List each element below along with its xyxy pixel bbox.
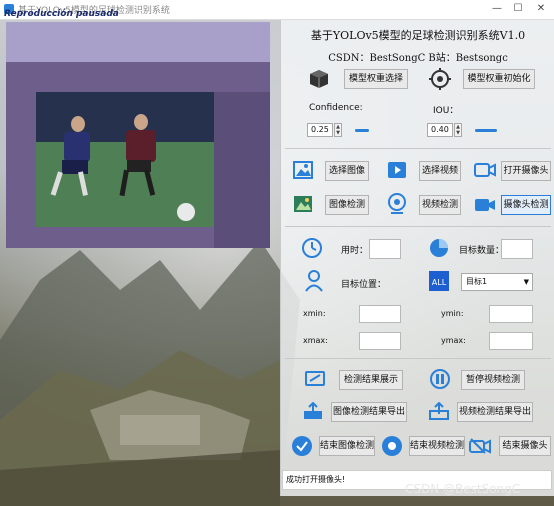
display-icon [305, 370, 325, 388]
iou-spin-arrows[interactable]: ▲ ▼ [454, 123, 462, 137]
target-count-field [501, 239, 533, 259]
svg-text:ALL: ALL [432, 278, 447, 287]
stop-camera-button[interactable]: 结束摄像头 [499, 436, 551, 456]
close-button[interactable]: ✕ [534, 3, 548, 15]
camera-frame-image [6, 22, 270, 248]
camera-off-icon [469, 437, 491, 455]
all-targets-icon: ALL [429, 271, 449, 291]
ymax-label: ymax: [441, 336, 466, 345]
select-image-button[interactable]: 选择图像 [325, 161, 369, 181]
iou-slider[interactable] [475, 129, 497, 132]
cube-icon [308, 68, 330, 90]
upload-icon [429, 402, 449, 420]
target-count-label: 目标数量： [459, 246, 505, 256]
chevron-down-icon: ▼ [523, 278, 529, 286]
target-position-label: 目标位置： [341, 280, 387, 290]
pause-video-button[interactable]: 暂停视频检测 [461, 370, 525, 390]
divider [285, 358, 551, 359]
pause-icon [429, 368, 451, 390]
crosshair-icon [429, 68, 451, 90]
stop-image-detect-button[interactable]: 结束图像检测 [319, 436, 375, 456]
time-label: 用时： [341, 246, 369, 256]
iou-spinbox[interactable]: 0.40 [427, 123, 453, 137]
check-circle-icon [291, 435, 313, 457]
camera-detect-button[interactable]: 摄像头检测 [501, 195, 551, 215]
ymax-field [489, 332, 533, 350]
show-result-button[interactable]: 检测结果展示 [339, 370, 403, 390]
video-display [6, 22, 270, 248]
select-video-button[interactable]: 选择视频 [419, 161, 461, 181]
camera-outline-icon [474, 162, 496, 178]
divider [285, 148, 551, 149]
system-title: 基于YOLOv5模型的足球检测识别系统V1.0 [310, 29, 526, 42]
ymin-field [489, 305, 533, 323]
confidence-spinbox[interactable]: 0.25 [307, 123, 333, 137]
minimize-button[interactable]: — [490, 3, 504, 15]
export-image-result-button[interactable]: 图像检测结果导出 [331, 402, 407, 422]
confidence-spin-arrows[interactable]: ▲ ▼ [334, 123, 342, 137]
select-weights-button[interactable]: 模型权重选择 [344, 69, 408, 89]
confidence-label: Confidence: [309, 103, 363, 113]
divider [285, 226, 551, 227]
xmin-label: xmin: [303, 309, 326, 318]
video-file-icon [387, 161, 407, 179]
maximize-button[interactable]: ☐ [511, 3, 525, 15]
iou-label: IOU： [433, 106, 459, 116]
watermark: CSDN @BestSongC [405, 482, 521, 496]
control-panel: 基于YOLOv5模型的足球检测识别系统V1.0 CSDN：BestSongC B… [280, 20, 554, 496]
open-camera-button[interactable]: 打开摄像头 [501, 161, 551, 181]
export-video-result-button[interactable]: 视频检测结果导出 [457, 402, 533, 422]
xmin-field [359, 305, 401, 323]
author-info: CSDN：BestSongC B站：Bestsongc [328, 53, 508, 64]
time-value-field [369, 239, 401, 259]
video-detect-button[interactable]: 视频检测 [419, 195, 461, 215]
stop-circle-icon [381, 435, 403, 457]
xmax-field [359, 332, 401, 350]
export-icon [303, 402, 323, 420]
image-icon [293, 161, 313, 179]
user-icon [305, 270, 323, 292]
target-select-dropdown[interactable]: 目标1 ▼ [461, 273, 533, 291]
webcam-icon [387, 193, 407, 215]
target-select-value: 目标1 [466, 277, 488, 286]
init-weights-button[interactable]: 模型权重初始化 [463, 69, 535, 89]
playback-paused-overlay: Reproducción pausada [4, 9, 119, 19]
image-detect-icon [293, 195, 313, 213]
ymin-label: ymin: [441, 309, 464, 318]
stop-video-detect-button[interactable]: 结束视频检测 [409, 436, 465, 456]
image-detect-button[interactable]: 图像检测 [325, 195, 369, 215]
clock-icon [301, 237, 323, 259]
xmax-label: xmax: [303, 336, 328, 345]
confidence-slider[interactable] [355, 129, 369, 132]
pie-chart-icon [428, 237, 450, 259]
video-camera-icon [474, 197, 496, 213]
